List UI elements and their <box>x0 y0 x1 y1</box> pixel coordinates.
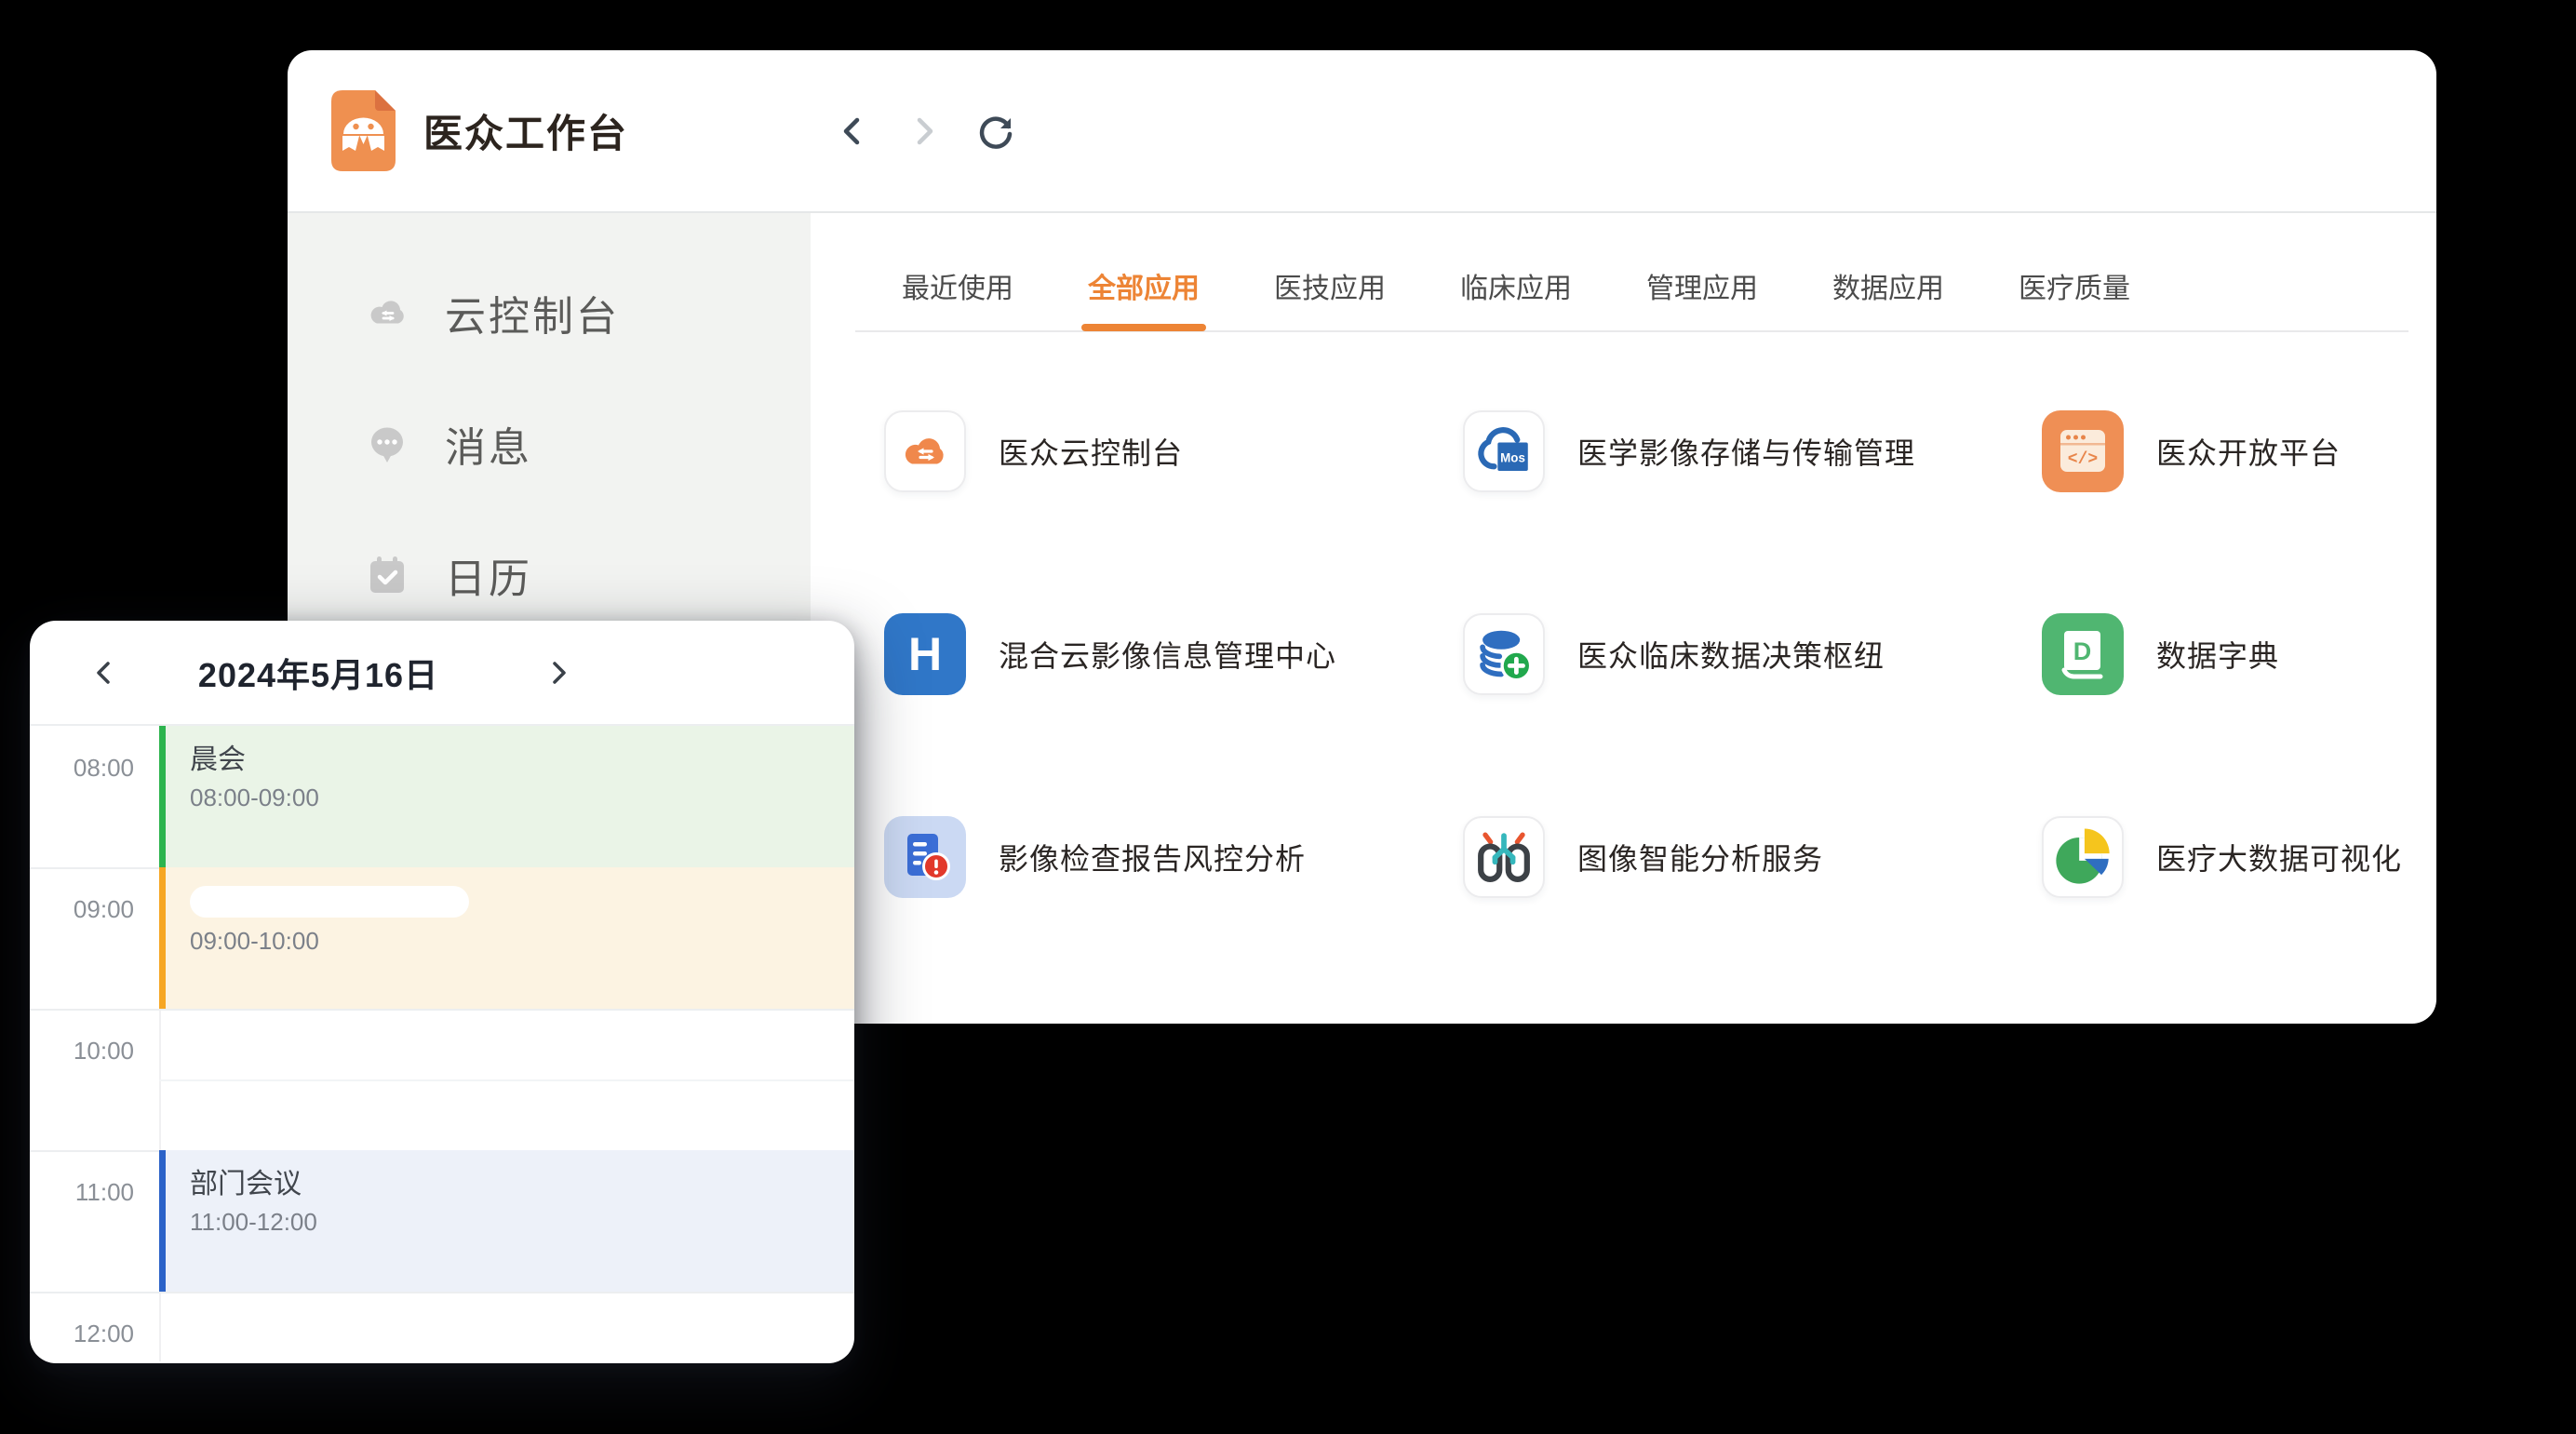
report-risk-icon <box>884 816 966 898</box>
sidebar-item-label: 日历 <box>445 545 532 605</box>
app-label: 医众临床数据决策枢纽 <box>1577 633 1885 676</box>
window-header: 医众工作台 <box>288 50 2436 213</box>
pie-chart-icon <box>2042 816 2124 898</box>
half-hour-gridline <box>159 1079 854 1081</box>
event-title: 晨会 <box>190 743 854 778</box>
h-square-icon: H <box>884 613 966 695</box>
chevron-left-icon[interactable] <box>84 652 125 693</box>
content-area: 最近使用 全部应用 医技应用 临床应用 管理应用 数据应用 医疗质量 医众云控制台 Mos … <box>811 213 2436 1022</box>
lungs-analysis-icon <box>1463 816 1545 898</box>
cloud-console-icon <box>365 290 409 335</box>
sidebar-item-message-bubble[interactable]: 消息 <box>288 378 811 509</box>
svg-text:H: H <box>908 628 942 680</box>
hour-gridline <box>30 1009 854 1011</box>
calendar-event[interactable]: 09:00-10:00 <box>159 867 854 1009</box>
time-label: 10:00 <box>30 1037 134 1065</box>
app-item[interactable]: 图像智能分析服务 <box>1463 816 2042 898</box>
nav-controls <box>832 50 1016 211</box>
cloud-mos-icon: Mos <box>1463 410 1545 492</box>
chevron-right-icon[interactable] <box>538 652 579 693</box>
time-label: 08:00 <box>30 754 134 783</box>
app-item[interactable]: D 数据字典 <box>2042 613 2436 695</box>
app-label: 影像检查报告风控分析 <box>999 836 1306 878</box>
app-label: 医众云控制台 <box>999 430 1183 473</box>
svg-text:D: D <box>2073 637 2092 665</box>
refresh-icon[interactable] <box>975 111 1016 152</box>
time-label: 11:00 <box>30 1178 134 1207</box>
tab-3[interactable]: 临床应用 <box>1460 265 1572 330</box>
time-label: 09:00 <box>30 895 134 924</box>
calendar-panel: 2024年5月16日 08:00 09:00 10:00 11:00 12:00 晨会 … <box>30 621 854 1363</box>
app-label: 医众开放平台 <box>2156 430 2341 473</box>
event-title: 部门会议 <box>190 1167 854 1202</box>
tab-2[interactable]: 医技应用 <box>1274 265 1386 330</box>
svg-text:</>: </> <box>2068 450 2098 469</box>
event-time: 09:00-10:00 <box>190 927 854 956</box>
sidebar-item-cloud-console[interactable]: 云控制台 <box>288 247 811 378</box>
app-label: 医疗大数据可视化 <box>2156 836 2402 878</box>
svg-text:Mos: Mos <box>1500 450 1525 464</box>
forward-arrow-icon[interactable] <box>904 111 945 152</box>
sidebar-item-label: 消息 <box>445 414 532 474</box>
calendar-body: 08:00 09:00 10:00 11:00 12:00 晨会 08:00-09:00… <box>30 726 854 1361</box>
app-item[interactable]: 医众临床数据决策枢纽 <box>1463 613 2042 695</box>
open-platform-code-icon: </> <box>2042 410 2124 492</box>
event-time: 11:00-12:00 <box>190 1208 854 1237</box>
app-item[interactable]: H 混合云影像信息管理中心 <box>884 613 1463 695</box>
hour-gridline <box>30 1292 854 1293</box>
back-arrow-icon[interactable] <box>832 111 873 152</box>
app-label: 图像智能分析服务 <box>1577 836 1823 878</box>
tab-0[interactable]: 最近使用 <box>902 265 1013 330</box>
app-item[interactable]: 医疗大数据可视化 <box>2042 816 2436 898</box>
calendar-date: 2024年5月16日 <box>132 621 504 724</box>
yizhong-logo-icon <box>331 90 396 171</box>
app-title: 医众工作台 <box>423 102 628 159</box>
app-item[interactable]: </> 医众开放平台 <box>2042 410 2436 492</box>
tab-6[interactable]: 医疗质量 <box>2019 265 2130 330</box>
app-grid: 医众云控制台 Mos 医学影像存储与传输管理 </> 医众开放平台 H 混合云影… <box>884 410 2436 1019</box>
time-label: 12:00 <box>30 1320 134 1348</box>
tab-5[interactable]: 数据应用 <box>1832 265 1944 330</box>
tab-4[interactable]: 管理应用 <box>1646 265 1758 330</box>
calendar-header: 2024年5月16日 <box>30 621 854 726</box>
redacted-event-title <box>190 886 469 918</box>
tab-bar: 最近使用 全部应用 医技应用 临床应用 管理应用 数据应用 医疗质量 <box>855 213 2408 332</box>
event-time: 08:00-09:00 <box>190 784 854 812</box>
app-item[interactable]: Mos 医学影像存储与传输管理 <box>1463 410 2042 492</box>
dictionary-book-icon: D <box>2042 613 2124 695</box>
calendar-event[interactable]: 部门会议 11:00-12:00 <box>159 1150 854 1292</box>
app-item[interactable]: 医众云控制台 <box>884 410 1463 492</box>
app-label: 医学影像存储与传输管理 <box>1577 430 1915 473</box>
database-plus-icon <box>1463 613 1545 695</box>
calendar-event[interactable]: 晨会 08:00-09:00 <box>159 726 854 867</box>
message-bubble-icon <box>365 422 409 466</box>
tab-1[interactable]: 全部应用 <box>1088 265 1200 330</box>
calendar-check-icon <box>365 553 409 597</box>
cloud-sliders-orange-icon <box>884 410 966 492</box>
app-label: 混合云影像信息管理中心 <box>999 633 1336 676</box>
app-label: 数据字典 <box>2156 633 2279 676</box>
sidebar-item-label: 云控制台 <box>445 283 620 342</box>
app-item[interactable]: 影像检查报告风控分析 <box>884 816 1463 898</box>
page: 医众工作台 云控制台 消息 <box>0 0 2576 1434</box>
